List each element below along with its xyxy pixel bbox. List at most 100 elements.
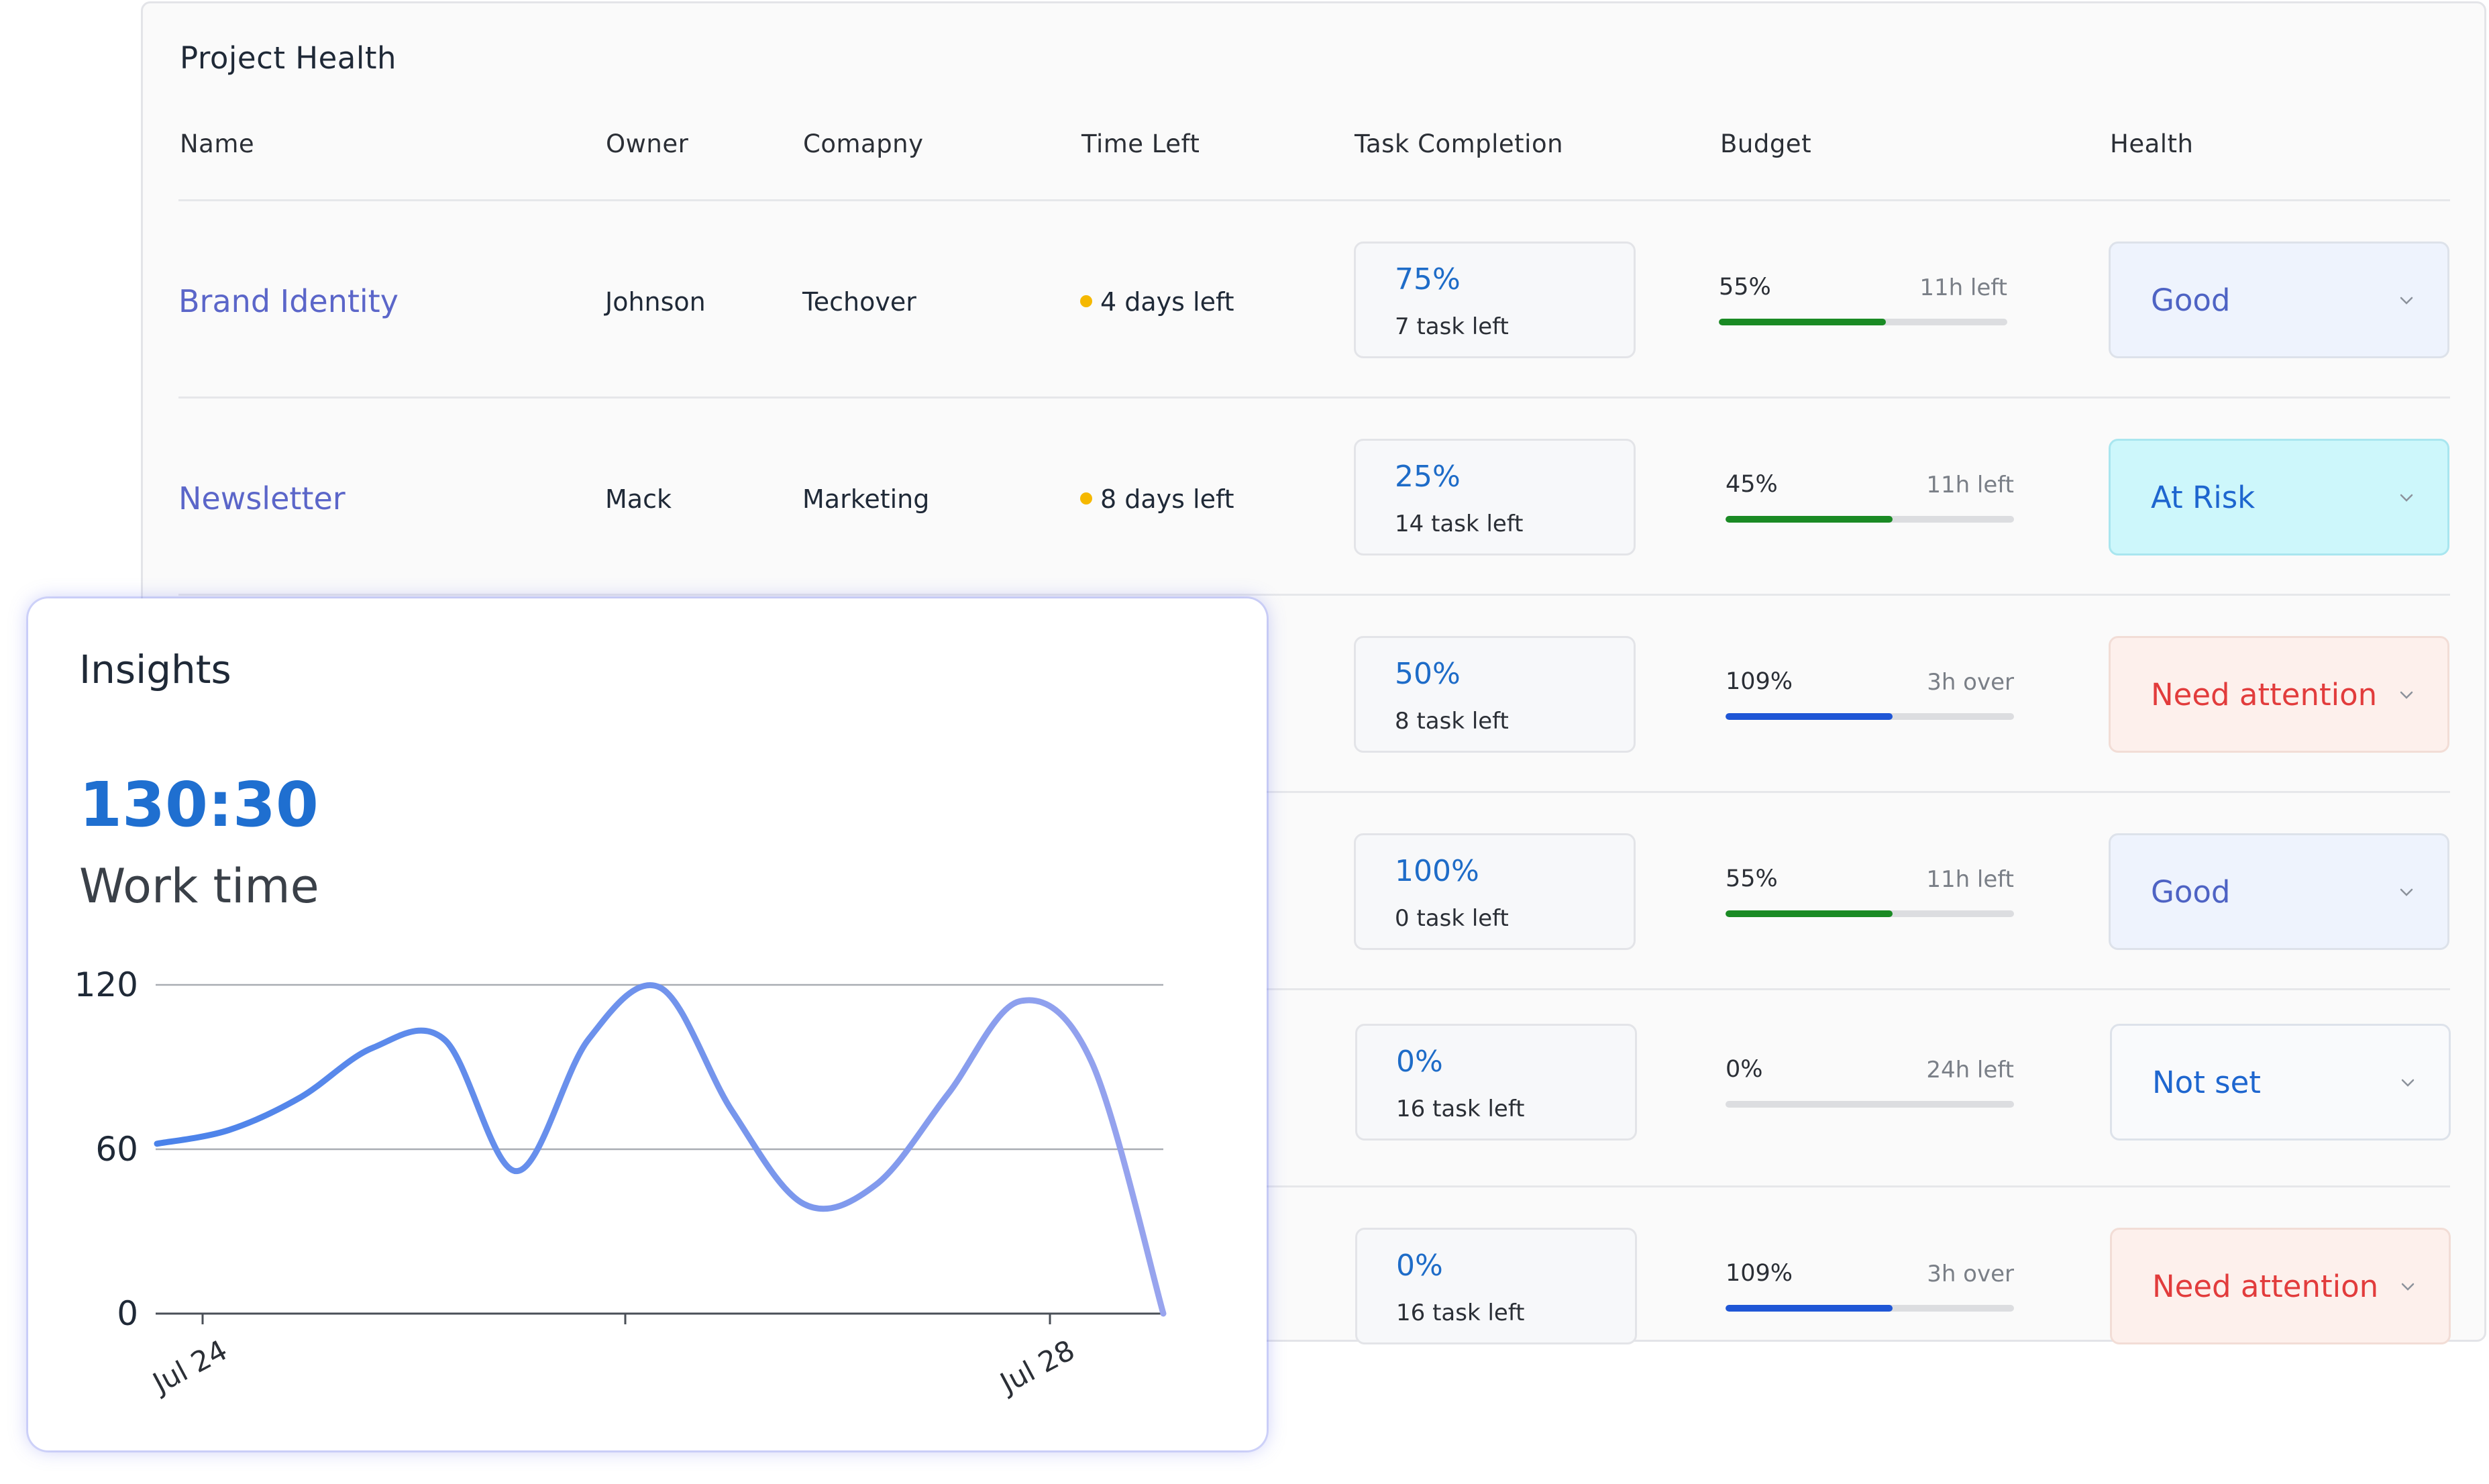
chevron-down-icon[interactable] xyxy=(2399,293,2414,308)
series-point xyxy=(947,1094,949,1095)
time-left-cell: 4 days left xyxy=(1100,287,1234,317)
budget-progress-bar xyxy=(1726,516,2014,523)
budget-percent: 55% xyxy=(1719,274,1771,301)
insights-card: Insights 130:30 Work time 0 60 120 Jul 24 Ju… xyxy=(28,598,1267,1450)
budget-progress-bar xyxy=(1726,1305,2014,1312)
budget-remaining: 11h left xyxy=(1919,274,2007,301)
series-point xyxy=(300,1096,301,1098)
task-left-count: 7 task left xyxy=(1395,313,1509,340)
column-header-task-completion: Task Completion xyxy=(1355,129,1564,158)
budget-progress-bar xyxy=(1719,319,2007,325)
chevron-down-icon[interactable] xyxy=(2400,1279,2415,1294)
x-tick-label: Jul 28 xyxy=(993,1334,1079,1401)
column-header-budget: Budget xyxy=(1720,129,1812,158)
column-header-health: Health xyxy=(2110,129,2194,158)
series-point xyxy=(1019,1001,1020,1002)
task-left-count: 14 task left xyxy=(1395,511,1524,537)
series-point xyxy=(1091,1061,1092,1062)
company-cell: Techover xyxy=(802,287,916,317)
time-status-dot-icon xyxy=(1080,492,1092,505)
task-completion-percent: 0% xyxy=(1396,1249,1443,1283)
chevron-down-icon[interactable] xyxy=(2399,490,2414,505)
task-left-count: 16 task left xyxy=(1396,1096,1525,1122)
task-completion-box: 25% 14 task left xyxy=(1354,439,1636,555)
health-status-label: Need attention xyxy=(2151,677,2378,712)
project-name-link[interactable]: Newsletter xyxy=(178,480,346,517)
task-completion-percent: 100% xyxy=(1395,854,1479,888)
task-completion-percent: 50% xyxy=(1395,657,1461,691)
health-status-select[interactable]: Need attention xyxy=(2109,636,2449,753)
time-status-dot-icon xyxy=(1080,295,1092,307)
budget-percent: 0% xyxy=(1726,1056,1763,1083)
column-header-name: Name xyxy=(180,129,255,158)
budget-percent: 55% xyxy=(1726,865,1778,892)
series-point xyxy=(372,1047,373,1049)
budget-remaining: 11h left xyxy=(1926,472,2014,498)
chevron-down-icon[interactable] xyxy=(2399,688,2414,702)
time-left-cell: 8 days left xyxy=(1100,484,1234,514)
health-status-label: At Risk xyxy=(2151,480,2256,515)
task-completion-box: 0% 16 task left xyxy=(1355,1228,1637,1344)
task-left-count: 0 task left xyxy=(1395,905,1509,932)
row-divider xyxy=(178,594,2450,596)
series-point xyxy=(516,1171,517,1172)
y-tick-label: 0 xyxy=(117,1294,138,1333)
column-header-owner: Owner xyxy=(606,129,689,158)
budget-remaining: 3h over xyxy=(1927,1261,2014,1287)
health-status-select[interactable]: Good xyxy=(2109,833,2449,950)
health-status-select[interactable]: Not set xyxy=(2110,1024,2451,1141)
budget-progress-bar xyxy=(1726,1101,2014,1108)
row-divider xyxy=(178,199,2450,201)
task-completion-percent: 75% xyxy=(1395,262,1461,297)
task-completion-percent: 25% xyxy=(1395,460,1461,494)
budget-progress-bar xyxy=(1726,713,2014,720)
health-status-label: Good xyxy=(2151,282,2231,318)
y-tick-label: 120 xyxy=(74,965,138,1004)
task-completion-box: 75% 7 task left xyxy=(1354,242,1636,358)
row-divider xyxy=(178,396,2450,399)
budget-percent: 45% xyxy=(1726,471,1778,498)
task-completion-box: 0% 16 task left xyxy=(1355,1024,1637,1141)
series-point xyxy=(228,1129,229,1130)
budget-progress-fill xyxy=(1726,910,1893,917)
budget-progress-fill xyxy=(1726,1305,1893,1312)
budget-remaining: 11h left xyxy=(1926,866,2014,893)
series-point xyxy=(588,1039,589,1041)
health-status-label: Need attention xyxy=(2152,1269,2379,1304)
column-header-company: Comapny xyxy=(803,129,924,158)
project-name-link[interactable]: Brand Identity xyxy=(178,283,399,319)
health-status-select[interactable]: Good xyxy=(2109,242,2449,358)
health-status-select[interactable]: Need attention xyxy=(2110,1228,2451,1344)
budget-percent: 109% xyxy=(1726,1260,1793,1287)
health-status-label: Good xyxy=(2151,874,2231,910)
budget-progress-fill xyxy=(1726,516,1893,523)
budget-progress-fill xyxy=(1726,713,1893,720)
company-cell: Marketing xyxy=(802,484,930,514)
work-time-chart: 0 60 120 Jul 24 Jul 28 xyxy=(74,965,1167,1401)
x-tick-label: Jul 24 xyxy=(146,1334,232,1401)
series-point xyxy=(659,987,661,988)
budget-remaining: 3h over xyxy=(1927,669,2014,696)
task-completion-box: 50% 8 task left xyxy=(1354,636,1636,753)
task-left-count: 8 task left xyxy=(1395,708,1509,735)
series-point xyxy=(156,1143,158,1145)
budget-progress-fill xyxy=(1719,319,1887,325)
y-tick-label: 60 xyxy=(95,1130,138,1169)
health-status-select[interactable]: At Risk xyxy=(2109,439,2449,555)
series-point xyxy=(1163,1313,1164,1314)
owner-cell: Johnson xyxy=(605,287,706,317)
series-point xyxy=(803,1204,804,1205)
budget-remaining: 24h left xyxy=(1926,1057,2014,1083)
chevron-down-icon[interactable] xyxy=(2400,1075,2415,1090)
series-point xyxy=(444,1039,445,1041)
series-point xyxy=(875,1184,876,1185)
series-point xyxy=(731,1110,733,1112)
budget-percent: 109% xyxy=(1726,668,1793,695)
task-completion-box: 100% 0 task left xyxy=(1354,833,1636,950)
chevron-down-icon[interactable] xyxy=(2399,885,2414,900)
column-header-time-left: Time Left xyxy=(1081,129,1200,158)
panel-title: Project Health xyxy=(180,40,397,76)
task-completion-percent: 0% xyxy=(1396,1045,1443,1079)
table-row: Brand Identity Johnson Techover 4 days left… xyxy=(0,199,2489,399)
table-row: Newsletter Mack Marketing 8 days left 25% 14 … xyxy=(0,396,2489,596)
